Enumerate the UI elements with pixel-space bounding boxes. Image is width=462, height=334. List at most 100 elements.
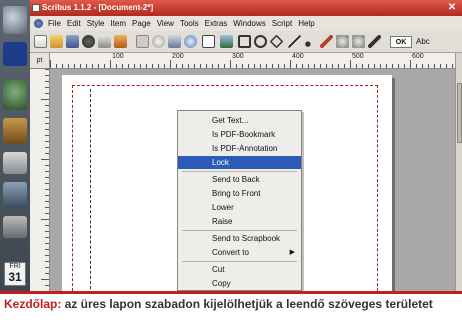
freehand-icon[interactable]	[320, 35, 333, 48]
ruler-tick	[45, 183, 49, 184]
desktop-app-icon[interactable]	[3, 118, 27, 144]
ruler-tick	[45, 153, 49, 154]
ruler-tick	[410, 60, 411, 68]
context-menu-item-label: Raise	[212, 217, 233, 226]
zoom-icon[interactable]	[184, 35, 197, 48]
context-menu-item[interactable]: Lock	[178, 156, 301, 169]
ruler-tick	[170, 60, 171, 68]
print-icon[interactable]	[98, 35, 111, 48]
ruler-tick	[45, 213, 49, 214]
vertical-scrollbar[interactable]	[455, 53, 462, 291]
menu-style[interactable]: Style	[84, 16, 108, 31]
desktop-app-icon[interactable]	[3, 42, 27, 66]
ruler-tick	[452, 64, 453, 68]
scrollbar-thumb[interactable]	[457, 83, 462, 143]
screenshot: FRI 31 Scribus 1.1.2 - [Document-2*] ✕ F…	[0, 0, 462, 291]
context-menu-item-label: Is PDF-Annotation	[212, 144, 278, 153]
rotate-tool-icon[interactable]	[152, 35, 165, 48]
desktop-app-icon[interactable]	[3, 152, 27, 174]
link-frames-icon[interactable]	[336, 35, 349, 48]
ruler-tick	[398, 64, 399, 68]
ruler-tick	[116, 64, 117, 68]
title-bar[interactable]: Scribus 1.1.2 - [Document-2*] ✕	[30, 0, 462, 16]
calendar-icon[interactable]: FRI 31	[4, 262, 26, 286]
menu-item[interactable]: Item	[107, 16, 129, 31]
image-frame-icon[interactable]	[220, 35, 233, 48]
rectangle-icon[interactable]	[238, 35, 251, 48]
ruler-tick	[86, 64, 87, 68]
unlink-frames-icon[interactable]	[352, 35, 365, 48]
close-document-icon[interactable]	[82, 35, 95, 48]
select-tool-icon[interactable]	[136, 35, 149, 48]
ruler-tick	[428, 64, 429, 68]
context-menu-item[interactable]: Convert to ▶	[178, 246, 301, 259]
ruler-tick	[45, 171, 49, 172]
ruler-tick	[45, 243, 49, 244]
desktop-app-icon[interactable]	[3, 216, 27, 238]
ruler-tick	[45, 285, 49, 286]
scribus-window: Scribus 1.1.2 - [Document-2*] ✕ File Edit…	[30, 0, 462, 291]
bezier-icon[interactable]	[304, 35, 317, 48]
ruler-tick	[302, 64, 303, 68]
context-menu-item-label: Get Text...	[212, 116, 249, 125]
context-menu-item[interactable]: Lower	[178, 201, 301, 214]
pdf-export-icon[interactable]	[114, 35, 127, 48]
menu-view[interactable]: View	[154, 16, 177, 31]
context-menu-item[interactable]: Is PDF-Annotation	[178, 142, 301, 155]
line-icon[interactable]	[288, 35, 301, 48]
ruler-tick	[45, 111, 49, 112]
context-menu-item[interactable]: Get Text...	[178, 114, 301, 127]
menu-page[interactable]: Page	[129, 16, 154, 31]
eyedropper-icon[interactable]	[368, 35, 381, 48]
context-menu-item[interactable]: Send to Scrapbook	[178, 232, 301, 245]
ruler-tick	[404, 64, 405, 68]
ruler-tick	[45, 189, 49, 190]
context-menu-item-label: Cut	[212, 265, 225, 274]
close-icon[interactable]: ✕	[446, 2, 458, 14]
menu-tools[interactable]: Tools	[177, 16, 202, 31]
context-menu-item[interactable]: Is PDF-Bookmark	[178, 128, 301, 141]
ruler-tick	[41, 219, 49, 220]
ruler-tick	[308, 64, 309, 68]
menu-file[interactable]: File	[45, 16, 64, 31]
app-icon	[32, 4, 40, 12]
context-menu-item[interactable]: Send to Back	[178, 173, 301, 186]
new-document-icon[interactable]	[34, 35, 47, 48]
font-preview-dropdown[interactable]: Abc	[416, 36, 446, 48]
desktop-app-icon[interactable]	[3, 182, 27, 208]
ruler-tick	[50, 60, 51, 68]
ruler-label: 600	[412, 53, 424, 60]
ruler-tick	[248, 64, 249, 68]
menu-script[interactable]: Script	[269, 16, 295, 31]
ruler-unit: pt	[30, 53, 50, 69]
desktop-app-icon[interactable]	[3, 80, 27, 110]
menu-help[interactable]: Help	[295, 16, 317, 31]
save-icon[interactable]	[66, 35, 79, 48]
ruler-tick	[45, 87, 49, 88]
frame-guide-line	[90, 89, 91, 289]
ruler-tick	[200, 64, 201, 68]
caption-lead: Kezdőlap:	[4, 297, 62, 311]
menu-edit[interactable]: Edit	[64, 16, 84, 31]
menu-windows[interactable]: Windows	[230, 16, 268, 31]
menu-extras[interactable]: Extras	[202, 16, 231, 31]
zoom-ok-button[interactable]: OK	[390, 36, 412, 48]
ruler-label: 400	[292, 53, 304, 60]
text-frame-icon[interactable]	[202, 35, 215, 48]
open-folder-icon[interactable]	[50, 35, 63, 48]
polygon-icon[interactable]	[269, 34, 284, 49]
ellipse-icon[interactable]	[254, 35, 267, 48]
ruler-tick	[45, 207, 49, 208]
context-menu-item[interactable]: Copy	[178, 277, 301, 290]
ruler-tick	[374, 64, 375, 68]
ruler-tick	[356, 64, 357, 68]
edit-contents-icon[interactable]	[168, 35, 181, 48]
desktop-app-icon[interactable]	[3, 6, 27, 34]
ruler-tick	[194, 64, 195, 68]
context-menu-item[interactable]: Cut	[178, 263, 301, 276]
context-menu-item-label: Send to Back	[212, 175, 260, 184]
ruler-tick	[45, 69, 49, 70]
ruler-tick	[92, 64, 93, 68]
context-menu-item[interactable]: Raise	[178, 215, 301, 228]
context-menu-item[interactable]: Bring to Front	[178, 187, 301, 200]
